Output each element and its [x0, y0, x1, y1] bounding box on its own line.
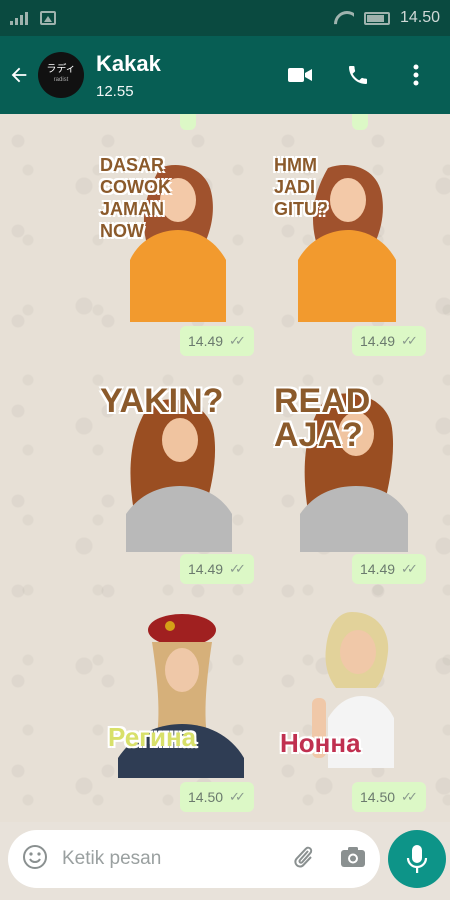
message-time-bubble: 14.50 ✓✓ [352, 782, 426, 812]
contact-info[interactable]: Kakak 12.55 [96, 51, 161, 100]
avatar-text: ラディ [46, 64, 76, 75]
camera-icon[interactable] [340, 846, 366, 873]
message-time-partial [180, 114, 196, 130]
message-time: 14.49 [360, 561, 396, 577]
last-seen: 12.55 [96, 82, 134, 100]
message-input[interactable]: Ketik pesan [62, 848, 292, 870]
signal-icon [10, 11, 28, 25]
image-notification-icon [40, 11, 56, 25]
message-time: 14.49 [188, 333, 224, 349]
sticker-message[interactable] [104, 608, 254, 788]
message-composer: Ketik pesan [8, 830, 380, 888]
message-time-bubble: 14.49 ✓✓ [180, 554, 254, 584]
sticker-caption: READ AJA? [274, 382, 371, 454]
battery-icon [363, 11, 390, 25]
chat-header: ラディ radist Kakak 12.55 [0, 36, 450, 114]
avatar[interactable]: ラディ radist [38, 52, 84, 98]
attach-icon[interactable] [292, 844, 314, 875]
message-time: 14.49 [188, 561, 224, 577]
message-time-bubble: 14.49 ✓✓ [352, 326, 426, 356]
contact-name: Kakak [96, 50, 161, 76]
message-time: 14.49 [360, 333, 396, 349]
double-check-icon: ✓✓ [401, 561, 418, 576]
more-vert-icon[interactable] [402, 61, 430, 89]
avatar-subtext: radist [53, 77, 69, 83]
mic-button[interactable] [388, 830, 446, 888]
emoji-icon[interactable] [22, 844, 48, 875]
back-arrow-icon[interactable] [0, 36, 38, 114]
double-check-icon: ✓✓ [229, 561, 246, 576]
sticker-caption: HMM JADI GITU? [274, 155, 328, 219]
double-check-icon: ✓✓ [401, 789, 418, 804]
video-call-icon[interactable] [286, 61, 314, 89]
double-check-icon: ✓✓ [229, 789, 246, 804]
message-time-bubble: 14.50 ✓✓ [180, 782, 254, 812]
phone-icon[interactable] [344, 61, 372, 89]
message-time-bubble: 14.49 ✓✓ [180, 326, 254, 356]
message-time-partial [352, 114, 368, 130]
wifi-icon [334, 11, 354, 25]
mic-icon [406, 845, 428, 873]
sticker-caption: Нонна [280, 728, 361, 758]
sticker-caption: Регина [108, 722, 197, 752]
chat-area[interactable]: DASAR COWOK JAMAN NOW 14.49 ✓✓ HMM JADI G… [0, 114, 450, 822]
sticker-caption: DASAR COWOK JAMAN NOW [100, 155, 171, 241]
sticker-message[interactable] [272, 608, 422, 788]
double-check-icon: ✓✓ [229, 333, 246, 348]
message-time: 14.50 [188, 789, 224, 805]
double-check-icon: ✓✓ [401, 333, 418, 348]
message-time-bubble: 14.49 ✓✓ [352, 554, 426, 584]
sticker-caption: YAKIN? [100, 382, 224, 420]
message-time: 14.50 [360, 789, 396, 805]
status-bar: 14.50 [0, 0, 450, 36]
status-time: 14.50 [399, 9, 440, 26]
